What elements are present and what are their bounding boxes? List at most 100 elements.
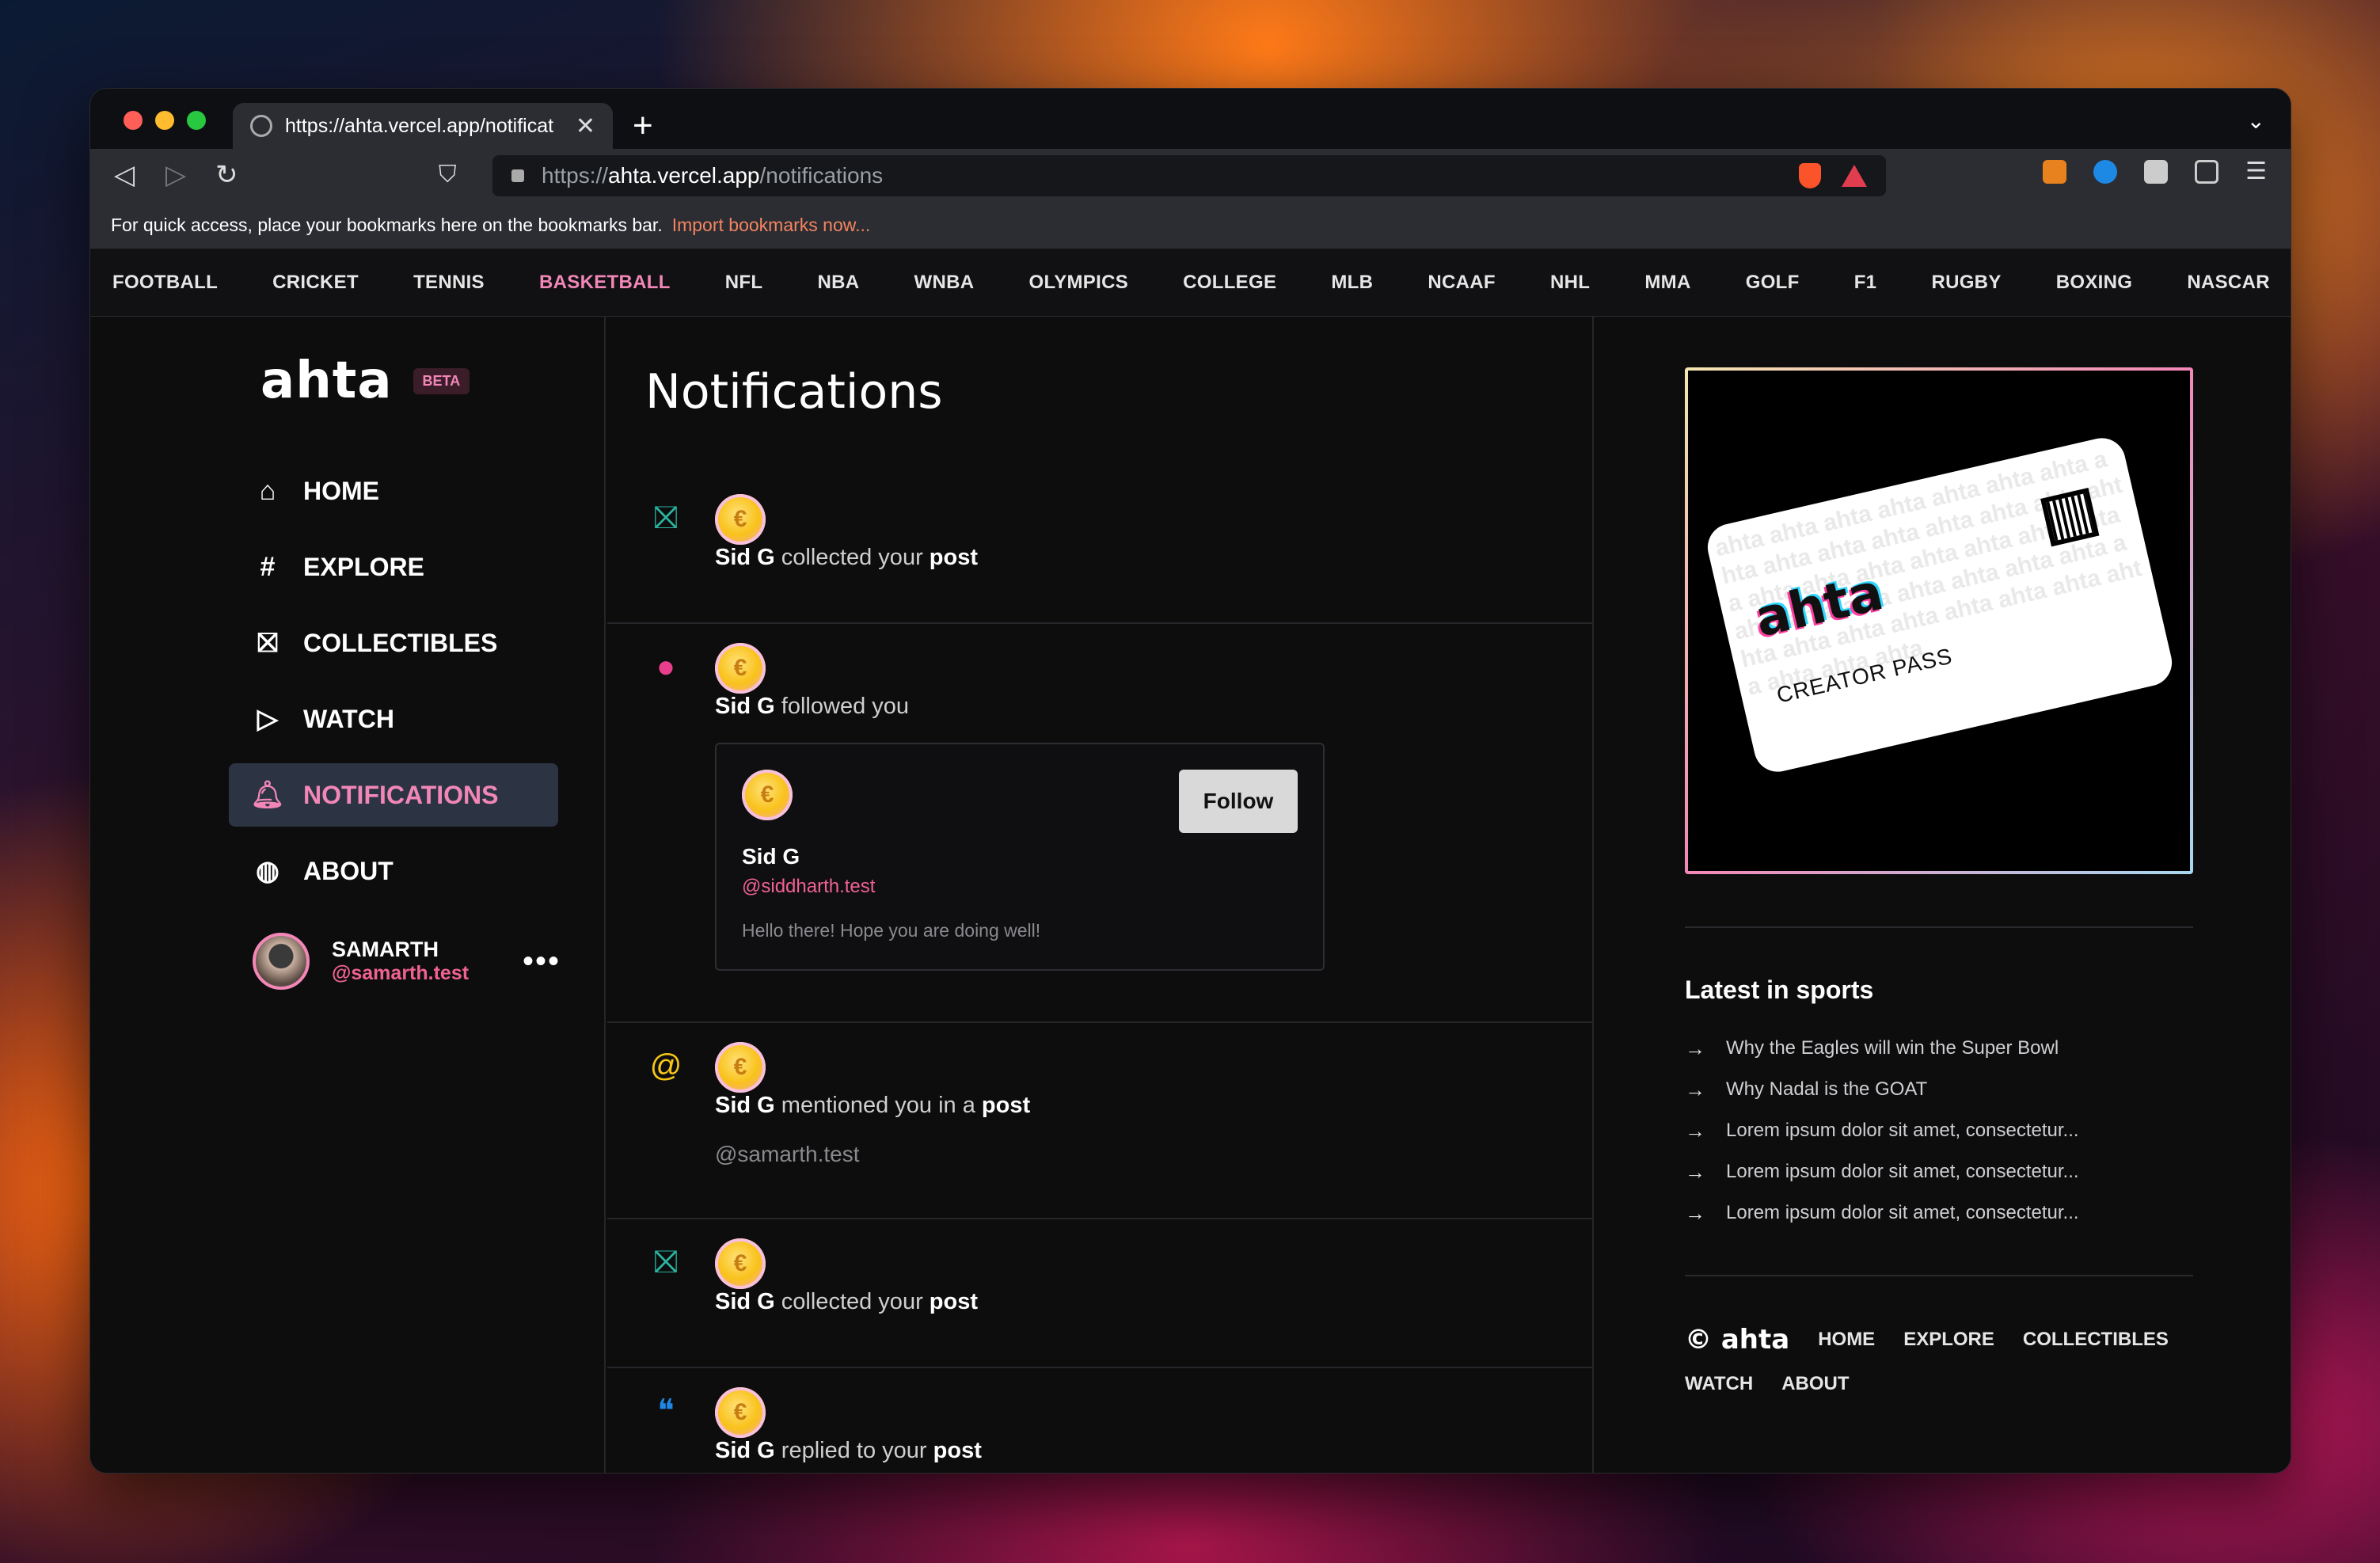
wallet-icon[interactable]: [2195, 160, 2219, 184]
latest-link[interactable]: → Why the Eagles will win the Super Bowl: [1685, 1028, 2079, 1069]
sports-nav-item-rugby[interactable]: RUGBY: [1931, 272, 2001, 294]
mention-text[interactable]: @samarth.test: [715, 1142, 859, 1167]
footer-link-home[interactable]: HOME: [1818, 1329, 1875, 1351]
arrow-right-icon: →: [1685, 1159, 1705, 1184]
latest-link[interactable]: → Lorem ipsum dolor sit amet, consectetur…: [1685, 1151, 2079, 1192]
sports-nav-item-college[interactable]: COLLEGE: [1183, 272, 1276, 294]
sports-nav-item-nba[interactable]: NBA: [817, 272, 859, 294]
creator-pass-banner[interactable]: ahta ahta ahta ahta ahta ahta ahta ahta …: [1685, 367, 2193, 874]
divider: [1685, 926, 2193, 928]
chevron-down-icon[interactable]: ⌄: [2247, 108, 2265, 134]
new-tab-button[interactable]: +: [633, 103, 653, 149]
avatar[interactable]: [253, 933, 310, 990]
notification-action: collected your: [781, 1289, 923, 1314]
actor-name[interactable]: Sid G: [715, 1438, 775, 1463]
reload-icon[interactable]: ↻: [215, 158, 238, 192]
sidebar-item-explore[interactable]: # EXPLORE: [229, 535, 558, 599]
logo[interactable]: ahta BETA: [260, 352, 470, 410]
sports-nav-item-golf[interactable]: GOLF: [1746, 272, 1800, 294]
sidebar-item-label: COLLECTIBLES: [303, 628, 498, 657]
footer-link-watch[interactable]: WATCH: [1685, 1373, 1753, 1395]
back-icon[interactable]: ◁: [114, 158, 135, 192]
sports-nav-item-tennis[interactable]: TENNIS: [413, 272, 485, 294]
sports-nav-item-nascar[interactable]: NASCAR: [2187, 272, 2269, 294]
brave-rewards-icon[interactable]: [1842, 165, 1867, 187]
notification-target[interactable]: post: [982, 1093, 1030, 1118]
sports-nav-item-mma[interactable]: MMA: [1644, 272, 1690, 294]
notification-target[interactable]: post: [933, 1438, 982, 1463]
latest-link[interactable]: → Why Nadal is the GOAT: [1685, 1069, 2079, 1110]
beta-badge: BETA: [413, 367, 470, 394]
close-tab-icon[interactable]: ✕: [576, 112, 595, 140]
notification-item[interactable]: ⛝ € Sid G collected your post: [607, 475, 1594, 624]
sports-nav-item-boxing[interactable]: BOXING: [2056, 272, 2132, 294]
extension-icon[interactable]: [2093, 160, 2118, 184]
divider: [1685, 1275, 2193, 1276]
metamask-icon[interactable]: [2043, 160, 2067, 184]
latest-list: → Why the Eagles will win the Super Bowl →…: [1685, 1028, 2079, 1234]
more-options-icon[interactable]: •••: [523, 944, 561, 979]
brave-shields-icon[interactable]: [1799, 163, 1821, 188]
sports-nav-item-basketball[interactable]: BASKETBALL: [539, 272, 671, 294]
minimize-window-button[interactable]: [155, 111, 174, 130]
bookmark-icon[interactable]: ⛉: [439, 158, 457, 192]
sports-nav-item-football[interactable]: FOOTBALL: [112, 272, 218, 294]
follow-button[interactable]: Follow: [1179, 770, 1298, 833]
sports-nav-item-cricket[interactable]: CRICKET: [272, 272, 359, 294]
page-title: Notifications: [645, 364, 943, 420]
follow-card-handle[interactable]: @siddharth.test: [742, 876, 875, 898]
actor-name[interactable]: Sid G: [715, 694, 775, 719]
latest-link-text: Lorem ipsum dolor sit amet, consectetur.…: [1726, 1161, 2079, 1182]
extension-icons: ☰: [2043, 160, 2267, 184]
footer-link-about[interactable]: ABOUT: [1781, 1373, 1849, 1395]
notification-item[interactable]: ● € Sid G followed you € Follow Sid G @s…: [607, 624, 1594, 1023]
arrow-right-icon: →: [1685, 1118, 1705, 1143]
latest-link[interactable]: → Lorem ipsum dolor sit amet, consectetur…: [1685, 1110, 2079, 1151]
sports-nav-item-nfl[interactable]: NFL: [725, 272, 763, 294]
actor-name[interactable]: Sid G: [715, 1093, 775, 1118]
browser-toolbar: ◁ ▷ ↻ ⛉ https://ahta.vercel.app/notifica…: [90, 149, 2291, 201]
actor-name[interactable]: Sid G: [715, 545, 775, 570]
sports-nav-item-ncaaf[interactable]: NCAAF: [1428, 272, 1496, 294]
notification-target[interactable]: post: [930, 545, 978, 570]
footer-link-explore[interactable]: EXPLORE: [1903, 1329, 1994, 1351]
latest-link[interactable]: → Lorem ipsum dolor sit amet, consectetur…: [1685, 1192, 2079, 1234]
user-profile[interactable]: SAMARTH @samarth.test •••: [253, 933, 561, 990]
sidebar-item-collectibles[interactable]: ⛝ COLLECTIBLES: [229, 611, 558, 675]
actor-avatar[interactable]: €: [715, 1042, 766, 1093]
arrow-right-icon: →: [1685, 1036, 1705, 1060]
menu-icon[interactable]: ☰: [2245, 160, 2267, 184]
footer-link-collectibles[interactable]: COLLECTIBLES: [2023, 1329, 2169, 1351]
forward-icon[interactable]: ▷: [165, 158, 186, 192]
follow-card-avatar[interactable]: €: [742, 770, 793, 820]
close-window-button[interactable]: [124, 111, 143, 130]
browser-tab[interactable]: https://ahta.vercel.app/notificat ✕: [233, 103, 613, 149]
bookmark-hint: For quick access, place your bookmarks h…: [111, 214, 663, 235]
actor-avatar[interactable]: €: [715, 643, 766, 694]
home-icon: ⌂: [259, 475, 276, 506]
sidebar-item-about[interactable]: ◍ ABOUT: [229, 839, 558, 903]
actor-name[interactable]: Sid G: [715, 1289, 775, 1314]
sports-nav-item-f1[interactable]: F1: [1854, 272, 1877, 294]
address-bar[interactable]: https://ahta.vercel.app/notifications: [492, 155, 1886, 196]
puzzle-icon[interactable]: [2144, 160, 2169, 184]
actor-avatar[interactable]: €: [715, 1387, 766, 1438]
actor-avatar[interactable]: €: [715, 494, 766, 545]
sports-nav-item-nhl[interactable]: NHL: [1550, 272, 1590, 294]
import-bookmarks-link[interactable]: Import bookmarks now...: [672, 215, 871, 236]
follow-card-name[interactable]: Sid G: [742, 844, 800, 869]
actor-avatar[interactable]: €: [715, 1238, 766, 1289]
sports-nav-item-wnba[interactable]: WNBA: [914, 272, 975, 294]
sports-nav-item-mlb[interactable]: MLB: [1331, 272, 1373, 294]
follow-card-bio: Hello there! Hope you are doing well!: [742, 920, 1041, 941]
maximize-window-button[interactable]: [187, 111, 206, 130]
sidebar-item-notifications[interactable]: 🔔︎ NOTIFICATIONS: [229, 763, 558, 827]
sidebar-item-watch[interactable]: ▷ WATCH: [229, 687, 558, 751]
notification-item[interactable]: @ € Sid G mentioned you in a post @samar…: [607, 1023, 1594, 1219]
sports-nav-item-olympics[interactable]: OLYMPICS: [1028, 272, 1128, 294]
notification-item[interactable]: ⛝ € Sid G collected your post: [607, 1219, 1594, 1368]
sidebar-item-home[interactable]: ⌂ HOME: [229, 459, 558, 523]
bookmarks-bar: For quick access, place your bookmarks h…: [90, 201, 2291, 249]
notification-target[interactable]: post: [930, 1289, 978, 1314]
notification-item[interactable]: ❝ € Sid G replied to your post: [607, 1368, 1594, 1473]
